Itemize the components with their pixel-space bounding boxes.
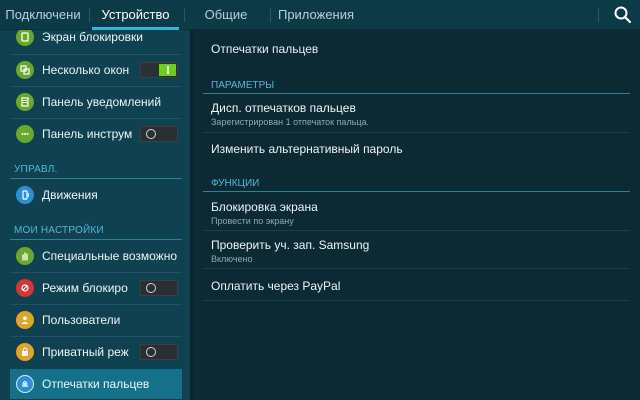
fingerprint-icon xyxy=(16,375,34,393)
sidebar-item-motion[interactable]: Движения xyxy=(10,180,182,210)
tab-general[interactable]: Общие xyxy=(188,0,264,30)
item-title: Блокировка экрана xyxy=(211,200,318,214)
lock-screen-icon xyxy=(16,30,34,46)
sidebar-item-users[interactable]: Пользователи xyxy=(10,305,182,335)
samsung-account-item[interactable]: Проверить уч. зап. Samsung Включено xyxy=(203,238,630,268)
sidebar-item-toolbox[interactable]: Панель инструм xyxy=(10,119,182,149)
multi-window-toggle[interactable] xyxy=(140,62,178,78)
section-header-params: ПАРАМЕТРЫ xyxy=(211,80,275,91)
sidebar-item-private-mode[interactable]: Приватный реж xyxy=(10,337,182,367)
detail-panel: Отпечатки пальцев ПАРАМЕТРЫ Дисп. отпеча… xyxy=(193,30,640,400)
screen-lock-item[interactable]: Блокировка экрана Провести по экрану xyxy=(203,200,630,230)
tab-connections[interactable]: Подключени xyxy=(0,0,86,30)
blocking-mode-icon xyxy=(16,279,34,297)
tab-separator xyxy=(598,8,599,22)
motion-icon xyxy=(16,186,34,204)
sidebar-item-label: Пользователи xyxy=(42,313,121,327)
toggle-knob xyxy=(142,346,159,358)
sidebar-item-fingerprints[interactable]: Отпечатки пальцев xyxy=(10,369,182,399)
section-header-functions: ФУНКЦИИ xyxy=(211,178,260,189)
item-title: Проверить уч. зап. Samsung xyxy=(211,238,370,252)
private-mode-icon xyxy=(16,343,34,361)
search-icon[interactable] xyxy=(612,4,634,26)
tab-separator xyxy=(89,8,90,22)
toggle-knob xyxy=(142,128,159,140)
change-alt-password-item[interactable]: Изменить альтернативный пароль xyxy=(203,142,630,166)
sidebar-item-label: Экран блокировки xyxy=(42,30,143,44)
sidebar-item-blocking-mode[interactable]: Режим блокиро xyxy=(10,273,182,303)
divider xyxy=(203,230,630,231)
item-subtitle: Зарегистрирован 1 отпечаток пальца. xyxy=(211,117,370,127)
tab-separator xyxy=(270,8,271,22)
sidebar-item-notification-panel[interactable]: Панель уведомлений xyxy=(10,87,182,117)
sidebar-item-label: Панель инструм xyxy=(42,127,133,141)
multi-window-icon xyxy=(16,61,34,79)
sidebar-item-label: Приватный реж xyxy=(42,345,129,359)
tab-separator xyxy=(184,8,185,22)
section-header-line xyxy=(10,239,182,240)
item-title: Изменить альтернативный пароль xyxy=(211,142,403,156)
page-title: Отпечатки пальцев xyxy=(211,42,319,56)
sidebar-item-accessibility[interactable]: Специальные возможно xyxy=(10,241,182,271)
fingerprint-manager-item[interactable]: Дисп. отпечатков пальцев Зарегистрирован… xyxy=(203,101,630,131)
sidebar-item-label: Панель уведомлений xyxy=(42,95,162,109)
tab-device[interactable]: Устройство xyxy=(92,0,179,30)
sidebar-item-lock-screen[interactable]: Экран блокировки xyxy=(10,30,182,52)
divider xyxy=(203,132,630,133)
item-subtitle: Включено xyxy=(211,254,253,264)
sidebar-item-multi-window[interactable]: Несколько окон xyxy=(10,55,182,85)
section-header-line xyxy=(10,178,182,179)
sidebar-item-label: Движения xyxy=(42,188,98,202)
sidebar-item-label: Специальные возможно xyxy=(42,249,177,263)
item-title: Оплатить через PayPal xyxy=(211,279,341,293)
settings-sidebar: Экран блокировки Несколько окон Панель у… xyxy=(0,30,190,400)
sidebar-item-label: Режим блокиро xyxy=(42,281,128,295)
users-icon xyxy=(16,311,34,329)
section-header-personal: МОИ НАСТРОЙКИ xyxy=(14,225,104,236)
blocking-mode-toggle[interactable] xyxy=(140,280,178,296)
toolbox-icon xyxy=(16,125,34,143)
sidebar-item-label: Несколько окон xyxy=(42,63,130,77)
toolbox-toggle[interactable] xyxy=(140,126,178,142)
item-subtitle: Провести по экрану xyxy=(211,216,294,226)
divider xyxy=(203,300,630,301)
section-header-line xyxy=(203,93,630,94)
section-header-line xyxy=(203,191,630,192)
tab-applications[interactable]: Приложения xyxy=(274,0,358,30)
private-mode-toggle[interactable] xyxy=(140,344,178,360)
item-title: Дисп. отпечатков пальцев xyxy=(211,101,356,115)
notification-panel-icon xyxy=(16,93,34,111)
sidebar-item-label: Отпечатки пальцев xyxy=(42,377,150,391)
toggle-knob xyxy=(142,282,159,294)
accessibility-icon xyxy=(16,247,34,265)
section-header-control: УПРАВЛ. xyxy=(14,164,58,175)
top-tab-bar: Подключени Устройство Общие Приложения xyxy=(0,0,640,30)
toggle-knob xyxy=(159,64,176,76)
divider xyxy=(203,268,630,269)
